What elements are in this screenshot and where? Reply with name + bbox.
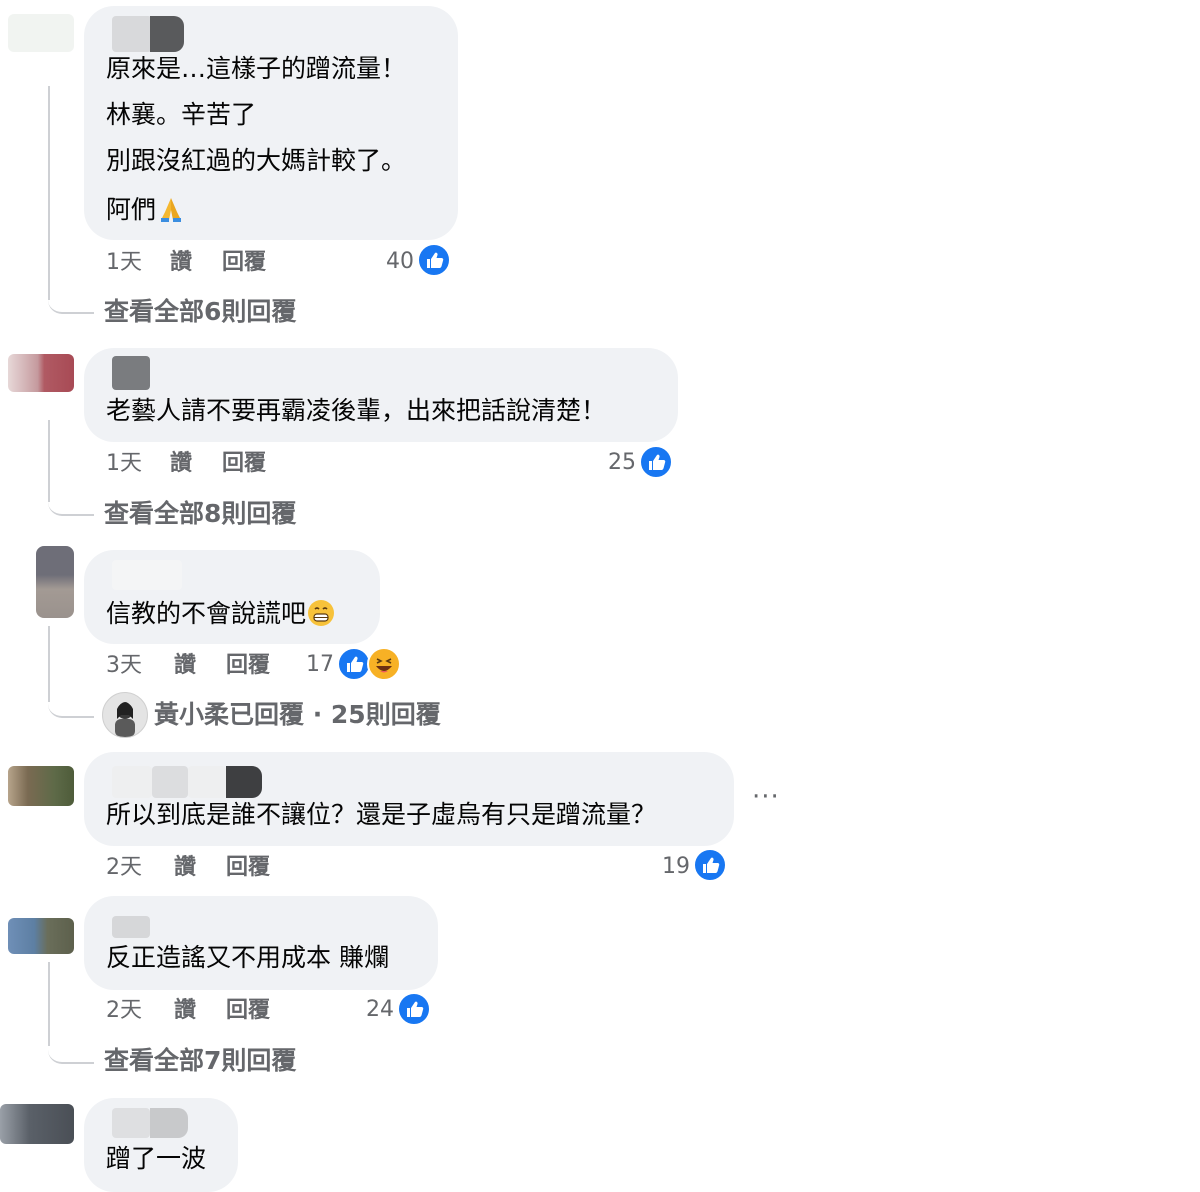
reply-link[interactable]: 回覆	[226, 653, 270, 679]
author-name-redacted[interactable]	[112, 16, 152, 52]
reply-link[interactable]: 回覆	[222, 250, 266, 276]
comment-bubble	[84, 348, 678, 442]
pray-emoji-icon	[156, 194, 186, 224]
comment-text: 林襄。辛苦了	[106, 100, 257, 129]
thread-connector	[48, 466, 94, 516]
comment-text: 老藝人請不要再霸凌後輩，出來把話說清楚！	[106, 396, 607, 425]
thread-connector	[48, 672, 94, 718]
comment-text: 阿們	[106, 194, 186, 225]
comment-time[interactable]: 2天	[106, 855, 142, 881]
like-link[interactable]: 讚	[170, 451, 192, 477]
like-link[interactable]: 讚	[174, 998, 196, 1024]
comment-time[interactable]: 1天	[106, 250, 142, 276]
comment-text: 蹭了一波	[106, 1144, 207, 1173]
comment-time[interactable]: 3天	[106, 653, 142, 679]
like-link[interactable]: 讚	[170, 250, 192, 276]
comment-text: 原來是…這樣子的蹭流量！	[106, 54, 407, 83]
view-replies-link[interactable]: 查看全部8則回覆	[104, 499, 296, 529]
comment-text-part: 阿們	[106, 195, 157, 224]
like-reaction-icon[interactable]	[397, 992, 431, 1026]
like-reaction-icon[interactable]	[417, 243, 451, 277]
thread-connector	[48, 260, 94, 314]
comment-time[interactable]: 1天	[106, 451, 142, 477]
reply-link[interactable]: 回覆	[226, 998, 270, 1024]
author-name-redacted[interactable]	[152, 766, 188, 798]
author-name-redacted[interactable]	[112, 766, 152, 798]
author-name-redacted[interactable]	[112, 1108, 150, 1138]
comment-text: 別跟沒紅過的大媽計較了。	[106, 146, 407, 175]
reaction-count[interactable]: 40	[354, 249, 414, 275]
reply-link[interactable]: 回覆	[226, 855, 270, 881]
more-options-button[interactable]: ···	[752, 782, 780, 812]
avatar[interactable]	[0, 1104, 74, 1144]
avatar[interactable]	[8, 766, 74, 806]
comment-text: 反正造謠又不用成本 賺爛	[106, 943, 389, 972]
like-link[interactable]: 讚	[174, 653, 196, 679]
reply-link[interactable]: 回覆	[222, 451, 266, 477]
author-name-redacted[interactable]	[112, 356, 150, 390]
replier-avatar[interactable]	[102, 692, 148, 738]
avatar[interactable]	[36, 546, 74, 618]
thread-connector	[48, 1016, 94, 1064]
like-link[interactable]: 讚	[174, 855, 196, 881]
author-name-redacted[interactable]	[150, 16, 184, 52]
view-replies-link[interactable]: 查看全部7則回覆	[104, 1046, 296, 1076]
author-name-redacted[interactable]	[150, 1108, 188, 1138]
comment-text: 所以到底是誰不讓位？還是子虛烏有只是蹭流量？	[106, 800, 657, 829]
avatar[interactable]	[8, 354, 74, 392]
grin-emoji-icon	[306, 598, 336, 628]
author-name-redacted[interactable]	[112, 560, 182, 590]
replies-summary-link[interactable]: 黃小柔已回覆 · 25則回覆	[154, 700, 441, 730]
haha-reaction-icon[interactable]	[367, 647, 401, 681]
author-name-redacted[interactable]	[188, 766, 226, 798]
view-replies-link[interactable]: 查看全部6則回覆	[104, 297, 296, 327]
comment-text: 信教的不會說謊吧	[106, 598, 336, 629]
reaction-count[interactable]: 24	[334, 997, 394, 1023]
reaction-count[interactable]: 17	[274, 652, 334, 678]
author-name-redacted[interactable]	[226, 766, 262, 798]
comment-text-part: 信教的不會說謊吧	[106, 599, 307, 628]
reaction-count[interactable]: 19	[630, 854, 690, 880]
avatar[interactable]	[8, 918, 74, 954]
comment-time[interactable]: 2天	[106, 998, 142, 1024]
reaction-count[interactable]: 25	[576, 450, 636, 476]
avatar[interactable]	[8, 14, 74, 52]
like-reaction-icon[interactable]	[639, 445, 673, 479]
like-reaction-icon[interactable]	[337, 647, 371, 681]
author-name-redacted[interactable]	[112, 916, 150, 938]
like-reaction-icon[interactable]	[693, 848, 727, 882]
